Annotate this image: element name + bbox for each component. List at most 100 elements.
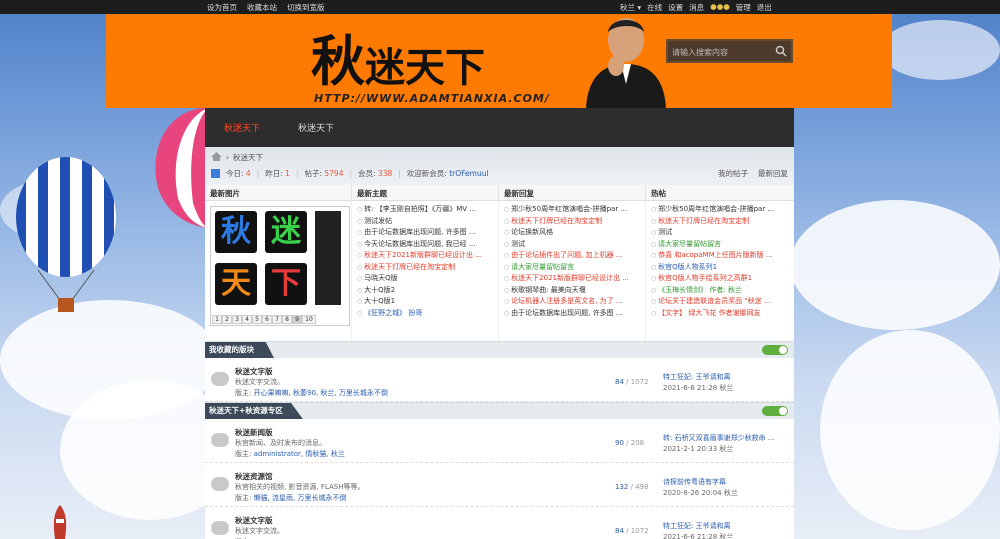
bookmark-link[interactable]: 收藏本站 <box>247 2 277 13</box>
last-post: 特工狂妃: 王爷请和离 2021-6-6 21:28 秋兰 <box>663 372 733 394</box>
search-icon[interactable] <box>775 45 787 57</box>
post-link[interactable]: 马晓天Q版 <box>357 273 493 285</box>
moderator-links[interactable]: administrator, 情秋猫, 秋兰 <box>254 450 345 458</box>
post-link[interactable]: 秋迷天下灯牌已经在淘宝定制 <box>357 262 493 274</box>
post-link[interactable]: 测试 <box>504 239 640 251</box>
admin-link[interactable]: 管理 <box>736 2 751 13</box>
post-link[interactable]: 论坛关于建造联谊会员奖品 "秋迷 ... <box>651 296 788 308</box>
medal-icon[interactable]: ●●● <box>710 2 730 13</box>
post-link[interactable]: 郑少秋50周年红馆演唱会-拼播par ... <box>504 204 640 216</box>
collapse-toggle[interactable] <box>762 406 788 416</box>
post-link[interactable]: 《狂野之城》 扮哥 <box>357 308 493 320</box>
forum-bubble-icon <box>211 521 229 535</box>
home-icon[interactable] <box>211 152 222 163</box>
stat-label: 欢迎新会员: <box>406 169 447 178</box>
switch-wide-link[interactable]: 切换到宽版 <box>287 2 325 13</box>
pager-item[interactable]: 3 <box>232 315 242 324</box>
pager-item-active[interactable]: 9 <box>292 315 302 324</box>
settings-link[interactable]: 设置 <box>668 2 683 13</box>
site-logo[interactable]: 秋 迷天下 <box>311 18 485 88</box>
search-box[interactable]: 请输入搜索内容 <box>666 39 793 63</box>
post-link[interactable]: 郑少秋50周年红馆演唱会-拼播par ... <box>651 204 788 216</box>
last-post-user[interactable]: 秋兰 <box>719 445 733 453</box>
moderator-links[interactable]: 开心果嘛嘛, 秋萎90, 秋兰, 万里长城永不倒 <box>254 389 388 397</box>
stat-members: 338 <box>377 169 393 178</box>
forum-row[interactable]: 秋迷文字版 秋迷文字交流。 版主: 开心果嘛嘛, 秋萎90, 秋兰, 万里长城永不倒… <box>205 358 794 402</box>
image-slideshow[interactable]: 秋 迷 天 下 1 2 3 4 5 6 7 8 9 10 <box>210 206 350 326</box>
post-link[interactable]: 请大家尽量留帖留言 <box>651 239 788 251</box>
latest-replies-column: 郑少秋50周年红馆演唱会-拼播par ...秋迷天下灯牌已经在淘宝定制论坛换新风… <box>499 201 646 341</box>
post-link[interactable]: 秋迷天下2021新版群聊已经设计出 ... <box>504 273 640 285</box>
forum-name[interactable]: 秋迷资源馆 <box>235 471 273 482</box>
post-link[interactable]: 测试 <box>651 227 788 239</box>
last-post-title[interactable]: 特工狂妃: 王爷请和离 <box>663 521 733 532</box>
pager-item[interactable]: 1 <box>212 315 222 324</box>
hot-air-balloon-image <box>16 157 116 312</box>
post-count: 1072 <box>630 378 649 386</box>
breadcrumb-current[interactable]: 秋迷天下 <box>233 152 263 163</box>
last-post-title[interactable]: 诗探前传粤语有字幕 <box>663 477 738 488</box>
breadcrumb-right-links: 我的帖子 最新回复 <box>718 168 788 179</box>
post-link[interactable]: 由于论坛数据库出现问题, 许多图 ... <box>504 308 640 320</box>
header-hot-posts[interactable]: 热帖 <box>646 185 793 200</box>
forum-counts: 132 / 498 <box>615 483 649 491</box>
collapse-toggle[interactable] <box>762 345 788 355</box>
latest-replies-link[interactable]: 最新回复 <box>758 168 788 179</box>
pager-item[interactable]: 4 <box>242 315 252 324</box>
set-homepage-link[interactable]: 设为首页 <box>207 2 237 13</box>
post-link[interactable]: 请大家尽量留帖留言 <box>504 262 640 274</box>
forum-name[interactable]: 秋迷新闻版 <box>235 427 273 438</box>
section-header: 秋迷天下+秋资源专区 <box>205 402 794 419</box>
post-link[interactable]: 测试发帖 <box>357 216 493 228</box>
last-post-title[interactable]: 转: 石桥又双喜眉事谢郑少秋救命 ... <box>663 433 774 444</box>
forum-row[interactable]: 秋迷文字版秋迷文字交流。版主: 84 / 1072特工狂妃: 王爷请和离2021… <box>205 507 794 539</box>
pager-item[interactable]: 10 <box>302 315 316 324</box>
forum-name[interactable]: 秋迷文字版 <box>235 366 273 377</box>
post-link[interactable]: 转: 【李玉刚自拍照】《万疆》MV ... <box>357 204 493 216</box>
pager-item[interactable]: 6 <box>262 315 272 324</box>
header-latest-topics[interactable]: 最新主题 <box>352 185 499 200</box>
section-title[interactable]: 我收藏的版块 <box>205 342 274 358</box>
forum-name[interactable]: 秋迷文字版 <box>235 515 273 526</box>
last-post-title[interactable]: 特工狂妃: 王爷请和离 <box>663 372 733 383</box>
pager-item[interactable]: 7 <box>272 315 282 324</box>
last-post-user[interactable]: 秋兰 <box>719 533 733 539</box>
post-link[interactable]: 恭喜 和acopaMM上任图片版新版 ... <box>651 250 788 262</box>
post-link[interactable]: 论坛换新风格 <box>504 227 640 239</box>
last-post-user[interactable]: 秋兰 <box>724 489 738 497</box>
post-link[interactable]: 秋官Q版人物系列1 <box>651 262 788 274</box>
user-menu[interactable]: 秋兰 ▾ <box>620 2 641 13</box>
post-link[interactable]: 大十Q版1 <box>357 296 493 308</box>
moderator-links[interactable]: 懒猫, 流星雨, 万里长城永不倒 <box>254 494 347 502</box>
forum-row[interactable]: 秋迷资源馆 秋官相关的视频, 影音资源, FLASH等等。 版主: 懒猫, 流星雨,… <box>205 463 794 507</box>
post-link[interactable]: 秋迷天下灯牌已经在淘宝定制 <box>651 216 788 228</box>
main-panel: 秋迷天下 秋迷天下 › 秋迷天下 今日: 4 | 昨日: 1 | 帖子: 579… <box>205 108 794 539</box>
post-link[interactable]: 由于论坛插件出了问题, 加上机器 ... <box>504 250 640 262</box>
post-link[interactable]: 大十Q版2 <box>357 285 493 297</box>
section-title[interactable]: 秋迷天下+秋资源专区 <box>205 403 303 419</box>
post-link[interactable]: 今天论坛数据库出现问题, 我已经 ... <box>357 239 493 251</box>
last-post-user[interactable]: 秋兰 <box>719 384 733 392</box>
post-link[interactable]: 秋歌钢琴曲: 最美向天堰 <box>504 285 640 297</box>
header-latest-images[interactable]: 最新图片 <box>205 185 352 200</box>
nav-item-forum[interactable]: 秋迷天下 <box>279 121 353 134</box>
post-link[interactable]: 秋迷天下灯牌已经在淘宝定制 <box>504 216 640 228</box>
search-input[interactable]: 请输入搜索内容 <box>672 47 728 58</box>
post-link[interactable]: 由于论坛数据库出现问题, 许多图 ... <box>357 227 493 239</box>
pager-item[interactable]: 8 <box>282 315 292 324</box>
forum-row[interactable]: 秋迷新闻版 秋官新闻、及时发布的消息。 版主: administrator, 情秋猫… <box>205 419 794 463</box>
online-link[interactable]: 在线 <box>647 2 662 13</box>
post-link[interactable]: 【文字】 绿大飞花 作者谢娜网友 <box>651 308 788 320</box>
header-latest-replies[interactable]: 最新回复 <box>499 185 646 200</box>
logout-link[interactable]: 退出 <box>757 2 772 13</box>
new-member-link[interactable]: trOFemuul <box>449 169 488 178</box>
pager-item[interactable]: 2 <box>222 315 232 324</box>
post-link[interactable]: 秋官Q版人物手绘系列之高群1 <box>651 273 788 285</box>
post-link[interactable]: 《玉梅长情剑》 作者: 秋兰 <box>651 285 788 297</box>
post-link[interactable]: 秋迷天下2021新版群聊已经设计出 ... <box>357 250 493 262</box>
messages-link[interactable]: 消息 <box>689 2 704 13</box>
post-link[interactable]: 论坛机器人注册多是英文名, 为了 ... <box>504 296 640 308</box>
pager-item[interactable]: 5 <box>252 315 262 324</box>
my-posts-link[interactable]: 我的帖子 <box>718 168 748 179</box>
nav-item-home[interactable]: 秋迷天下 <box>205 121 279 134</box>
